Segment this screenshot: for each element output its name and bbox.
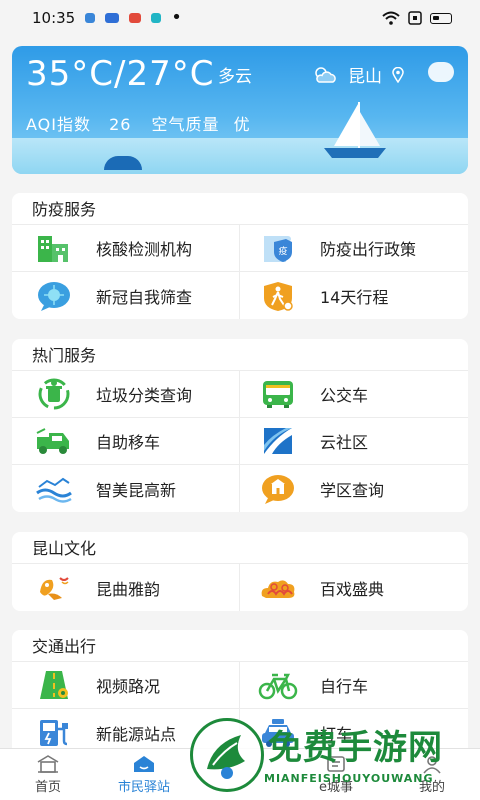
service-nucleic-test-institutions[interactable]: 核酸检测机构 xyxy=(12,225,240,272)
opera-icon xyxy=(34,571,74,605)
status-bar: 10:35 • xyxy=(0,0,480,36)
charging-station-icon xyxy=(34,716,74,750)
weather-banner[interactable]: 35°C/27°C 多云 昆山 AQI指数 26 空气质量 优 xyxy=(12,46,468,174)
service-label: 打车 xyxy=(320,724,353,744)
service-label: 公交车 xyxy=(320,386,369,405)
play-store-icon xyxy=(129,13,142,23)
city-selector[interactable]: 昆山 xyxy=(312,62,404,87)
section-epidemic-services: 防疫服务 核酸检测机构 疫 防疫出行政策 新冠自我筛查 14天行程 xyxy=(12,193,468,319)
service-self-screening[interactable]: 新冠自我筛查 xyxy=(12,272,240,319)
city-affairs-icon xyxy=(327,756,345,772)
app-notification-icon xyxy=(151,13,162,23)
island-decoration xyxy=(104,156,142,170)
temperature-range: 35°C/27°C xyxy=(26,54,215,94)
service-travel-policy[interactable]: 疫 防疫出行政策 xyxy=(240,225,468,272)
section-title: 防疫服务 xyxy=(12,193,468,225)
nav-home[interactable]: 首页 xyxy=(0,749,96,800)
battery-icon xyxy=(430,12,452,24)
taxi-icon xyxy=(258,716,298,750)
service-label: 智美昆高新 xyxy=(96,480,177,500)
app-notification-icon xyxy=(85,13,96,23)
user-icon xyxy=(423,756,441,774)
service-baixi-festival[interactable]: 百戏盛典 xyxy=(240,564,468,611)
service-video-traffic[interactable]: 视频路况 xyxy=(12,662,240,709)
nav-label: 市民驿站 xyxy=(117,780,170,795)
wifi-icon xyxy=(382,11,400,25)
svg-text:疫: 疫 xyxy=(278,245,287,257)
service-cloud-community[interactable]: 云社区 xyxy=(240,418,468,465)
city-name: 昆山 xyxy=(348,67,382,87)
nav-label: 我的 xyxy=(418,780,445,795)
nav-label: e城事 xyxy=(319,780,353,795)
aqi-line: AQI指数 26 空气质量 优 xyxy=(26,111,251,135)
sea-decoration xyxy=(12,138,468,174)
service-label: 自助移车 xyxy=(96,433,161,452)
shield-document-icon: 疫 xyxy=(258,231,298,265)
city-wave-icon xyxy=(34,472,74,506)
weather-toggle[interactable] xyxy=(428,62,454,82)
nav-center[interactable] xyxy=(192,749,288,800)
virus-chat-icon xyxy=(34,279,74,313)
service-kunqu-opera[interactable]: 昆曲雅韵 xyxy=(12,564,240,611)
walking-person-icon xyxy=(258,279,298,313)
service-label: 新冠自我筛查 xyxy=(96,287,193,307)
more-notifications-icon: • xyxy=(171,7,182,28)
bottom-navigation: 首页 市民驿站 e城事 我的 xyxy=(0,748,480,800)
section-title: 交通出行 xyxy=(12,630,468,662)
section-popular-services: 热门服务 垃圾分类查询 公交车 自助移车 云社区 智美昆高新 学区查询 xyxy=(12,339,468,512)
section-kunshan-culture: 昆山文化 昆曲雅韵 百戏盛典 xyxy=(12,532,468,611)
bicycle-icon xyxy=(258,668,298,702)
station-icon xyxy=(134,756,154,772)
sim-icon xyxy=(408,11,422,25)
service-label: 云社区 xyxy=(320,433,369,452)
clock: 10:35 xyxy=(32,9,76,27)
service-label: 自行车 xyxy=(320,677,369,696)
tow-truck-icon xyxy=(34,424,74,458)
community-logo-icon xyxy=(258,424,298,458)
nav-e-city-affairs[interactable]: e城事 xyxy=(288,749,384,800)
service-label: 新能源站点 xyxy=(96,724,177,744)
service-bicycle[interactable]: 自行车 xyxy=(240,662,468,709)
aqi-label: AQI指数 xyxy=(26,115,91,134)
building-icon xyxy=(34,231,74,265)
partly-cloudy-icon xyxy=(315,66,336,83)
service-label: 核酸检测机构 xyxy=(96,240,193,259)
nav-label: 首页 xyxy=(34,780,61,795)
service-label: 垃圾分类查询 xyxy=(96,386,193,405)
air-quality-label: 空气质量 xyxy=(151,115,220,134)
service-label: 防疫出行政策 xyxy=(320,240,417,259)
school-chat-icon xyxy=(258,472,298,506)
aqi-value: 26 xyxy=(109,115,132,134)
service-bus[interactable]: 公交车 xyxy=(240,371,468,418)
bus-icon xyxy=(258,377,298,411)
air-quality-value: 优 xyxy=(233,115,251,134)
service-label: 学区查询 xyxy=(320,480,385,500)
message-notification-icon xyxy=(105,13,120,23)
recycle-bin-icon xyxy=(34,377,74,411)
cloud-pattern-icon xyxy=(258,571,298,605)
service-label: 百戏盛典 xyxy=(320,579,385,599)
home-icon xyxy=(37,755,59,773)
road-camera-icon xyxy=(34,668,74,702)
nav-mine[interactable]: 我的 xyxy=(384,749,480,800)
service-garbage-sorting[interactable]: 垃圾分类查询 xyxy=(12,371,240,418)
service-school-district-query[interactable]: 学区查询 xyxy=(240,465,468,512)
section-title: 热门服务 xyxy=(12,339,468,371)
weather-condition: 多云 xyxy=(218,67,252,87)
service-self-move-car[interactable]: 自助移车 xyxy=(12,418,240,465)
nav-citizen-station[interactable]: 市民驿站 xyxy=(96,749,192,800)
service-label: 昆曲雅韵 xyxy=(96,579,161,599)
service-14-day-itinerary[interactable]: 14天行程 xyxy=(240,272,468,319)
service-zhimei-kungaoxin[interactable]: 智美昆高新 xyxy=(12,465,240,512)
section-title: 昆山文化 xyxy=(12,532,468,564)
service-label: 14天行程 xyxy=(320,287,389,307)
sailboat-illustration xyxy=(324,102,386,158)
service-label: 视频路况 xyxy=(96,677,161,696)
location-pin-icon xyxy=(392,66,404,83)
